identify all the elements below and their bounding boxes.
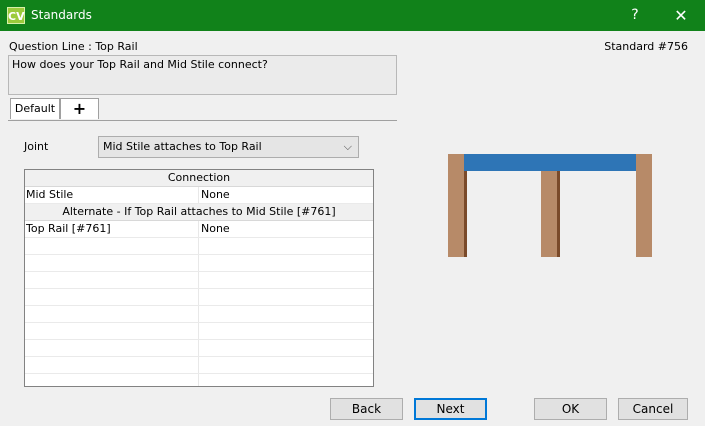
empty-row [25,289,373,306]
joint-select[interactable]: Mid Stile attaches to Top Rail ⌵ [98,136,359,158]
tab-default[interactable]: Default [10,98,60,119]
right-stile [636,154,652,257]
chevron-down-icon: ⌵ [343,140,352,153]
empty-row [25,340,373,357]
title-bar: CV Standards ? ✕ [0,0,705,31]
row-part: Top Rail [#761] [25,221,199,237]
table-row[interactable]: Top Rail [#761] None [25,221,373,238]
joint-selected-value: Mid Stile attaches to Top Rail [103,140,262,153]
joint-label: Joint [24,140,49,153]
question-text-box[interactable]: How does your Top Rail and Mid Stile con… [8,55,397,95]
tab-strip: Default + [8,98,397,121]
ok-button[interactable]: OK [534,398,607,420]
back-button[interactable]: Back [330,398,403,420]
standard-number: Standard #756 [604,40,688,53]
empty-row [25,357,373,374]
grid-header-alternate: Alternate - If Top Rail attaches to Mid … [25,204,373,221]
add-tab-button[interactable]: + [60,98,99,119]
app-logo-icon: CV [7,7,25,24]
connection-grid: Connection Mid Stile None Alternate - If… [24,169,374,387]
top-rail [464,154,636,171]
question-line-label: Question Line : Top Rail [9,40,138,53]
empty-row [25,306,373,323]
help-button[interactable]: ? [612,0,658,31]
empty-row [25,272,373,289]
table-row[interactable]: Mid Stile None [25,187,373,204]
cancel-button[interactable]: Cancel [618,398,688,420]
close-button[interactable]: ✕ [658,0,704,31]
window-title: Standards [31,8,92,22]
grid-header-connection: Connection [25,170,373,187]
empty-row [25,238,373,255]
joint-preview-image [448,154,652,257]
empty-row [25,255,373,272]
empty-row [25,323,373,340]
row-part: Mid Stile [25,187,199,203]
next-button[interactable]: Next [414,398,487,420]
row-value[interactable]: None [199,187,230,203]
empty-row [25,374,373,386]
left-stile [448,154,465,257]
mid-stile [541,171,557,257]
row-value[interactable]: None [199,221,230,237]
